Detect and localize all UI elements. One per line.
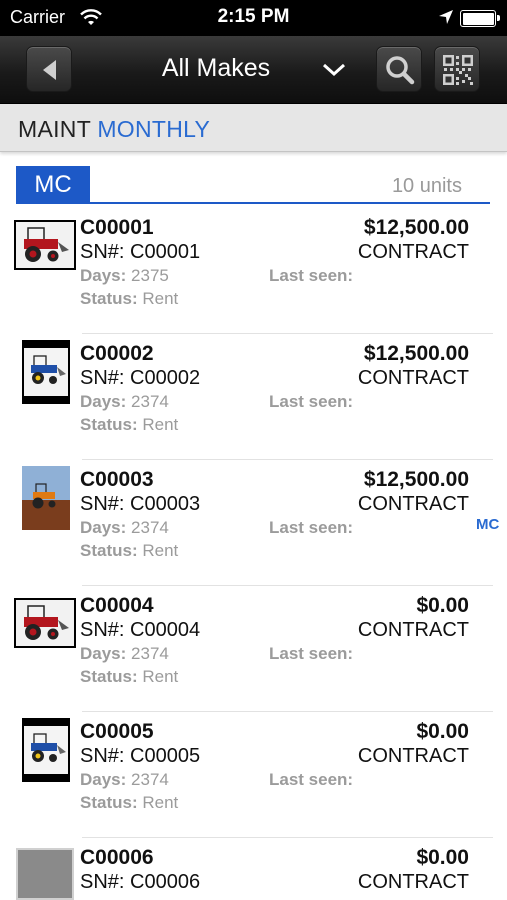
days-field: Days: 2374	[80, 644, 169, 664]
unit-number: C00001	[80, 216, 154, 239]
section-title-prefix: MAINT	[18, 116, 91, 142]
days-value: 2374	[131, 518, 169, 537]
equipment-row[interactable]: C00005 SN#: C00005 Days: 2374 Status: Re…	[0, 712, 507, 838]
days-value: 2374	[131, 644, 169, 663]
section-title-highlight: MONTHLY	[97, 116, 211, 142]
days-label: Days:	[80, 770, 127, 789]
unit-number: C00006	[80, 846, 154, 869]
group-divider	[16, 202, 490, 204]
last-seen-label: Last seen:	[269, 644, 354, 663]
days-label: Days:	[80, 644, 127, 663]
orange-tractor-field-image	[22, 466, 70, 530]
status-value: Rent	[142, 289, 179, 308]
status-field: Status: Rent	[80, 415, 178, 435]
equipment-row[interactable]: C00003 SN#: C00003 Days: 2374 Status: Re…	[0, 460, 507, 586]
group-unit-count: 10 units	[391, 175, 462, 197]
location-arrow-icon	[438, 9, 454, 30]
make-selector-title[interactable]: All Makes	[120, 54, 312, 83]
group-tag: MC	[16, 166, 90, 203]
qr-code-icon	[443, 55, 473, 85]
equipment-thumbnail	[22, 340, 70, 404]
back-button[interactable]	[26, 46, 72, 92]
days-field: Days: 2374	[80, 518, 169, 538]
navigation-bar: All Makes	[0, 36, 507, 104]
placeholder-image	[16, 848, 74, 900]
days-value: 2375	[131, 266, 169, 285]
status-field: Status: Rent	[80, 541, 178, 561]
days-value: 2374	[131, 392, 169, 411]
contract-type: CONTRACT	[357, 367, 469, 389]
chevron-down-icon[interactable]	[322, 62, 346, 83]
section-index-label[interactable]: MC	[476, 516, 499, 533]
serial-number: SN#: C00002	[80, 367, 201, 389]
equipment-row[interactable]: C00004 SN#: C00004 Days: 2374 Status: Re…	[0, 586, 507, 712]
equipment-thumbnail	[14, 220, 76, 270]
clock: 2:15 PM	[217, 6, 290, 27]
serial-number: SN#: C00001	[80, 241, 201, 263]
search-button[interactable]	[376, 46, 422, 92]
days-field: Days: 2375	[80, 266, 169, 286]
equipment-thumbnail	[22, 466, 70, 530]
price: $0.00	[416, 594, 469, 617]
status-field: Status: Rent	[80, 793, 178, 813]
days-label: Days:	[80, 266, 127, 285]
days-label: Days:	[80, 518, 127, 537]
red-tractor-image	[16, 600, 74, 646]
serial-number: SN#: C00006	[80, 871, 201, 893]
contract-type: CONTRACT	[357, 619, 469, 641]
status-value: Rent	[142, 793, 179, 812]
section-title: MAINT MONTHLY	[18, 116, 210, 143]
section-header: MAINT MONTHLY	[0, 104, 507, 152]
price: $12,500.00	[363, 216, 469, 239]
qr-scan-button[interactable]	[434, 46, 480, 92]
price: $0.00	[416, 846, 469, 869]
blue-tractor-image	[24, 348, 68, 396]
battery-icon	[460, 10, 500, 27]
serial-number: SN#: C00003	[80, 493, 201, 515]
last-seen-label: Last seen:	[269, 770, 354, 789]
contract-type: CONTRACT	[357, 871, 469, 893]
status-label: Status:	[80, 289, 138, 308]
price: $12,500.00	[363, 468, 469, 491]
unit-number: C00005	[80, 720, 154, 743]
status-label: Status:	[80, 541, 138, 560]
contract-type: CONTRACT	[357, 493, 469, 515]
equipment-row[interactable]: C00001 SN#: C00001 Days: 2375 Status: Re…	[0, 208, 507, 334]
status-value: Rent	[142, 541, 179, 560]
red-tractor-image	[16, 222, 74, 268]
blue-tractor-image	[24, 726, 68, 774]
status-field: Status: Rent	[80, 667, 178, 687]
status-label: Status:	[80, 793, 138, 812]
serial-number: SN#: C00004	[80, 619, 201, 641]
unit-number: C00004	[80, 594, 154, 617]
days-value: 2374	[131, 770, 169, 789]
equipment-thumbnail	[22, 718, 70, 782]
back-arrow-icon	[43, 60, 56, 80]
status-label: Status:	[80, 415, 138, 434]
unit-number: C00002	[80, 342, 154, 365]
unit-number: C00003	[80, 468, 154, 491]
status-field: Status: Rent	[80, 289, 178, 309]
serial-number: SN#: C00005	[80, 745, 201, 767]
last-seen-label: Last seen:	[269, 266, 354, 285]
last-seen-label: Last seen:	[269, 518, 354, 537]
status-value: Rent	[142, 667, 179, 686]
price: $0.00	[416, 720, 469, 743]
status-label: Status:	[80, 667, 138, 686]
search-icon	[386, 56, 415, 85]
days-field: Days: 2374	[80, 392, 169, 412]
equipment-row[interactable]: C00006 SN#: C00006 $0.00 CONTRACT	[0, 838, 507, 900]
group-header: MC 10 units	[16, 166, 490, 206]
equipment-thumbnail	[14, 598, 76, 648]
days-label: Days:	[80, 392, 127, 411]
contract-type: CONTRACT	[357, 241, 469, 263]
status-bar: Carrier 2:15 PM	[0, 0, 507, 36]
last-seen-label: Last seen:	[269, 392, 354, 411]
price: $12,500.00	[363, 342, 469, 365]
status-value: Rent	[142, 415, 179, 434]
days-field: Days: 2374	[80, 770, 169, 790]
contract-type: CONTRACT	[357, 745, 469, 767]
equipment-row[interactable]: C00002 SN#: C00002 Days: 2374 Status: Re…	[0, 334, 507, 460]
